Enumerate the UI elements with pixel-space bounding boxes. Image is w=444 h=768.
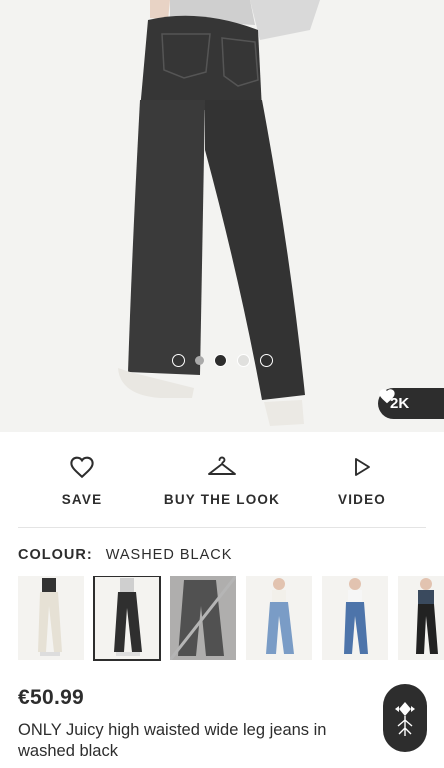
save-button[interactable]: SAVE xyxy=(42,452,122,527)
play-icon xyxy=(352,452,372,482)
colour-swatch-charcoal[interactable] xyxy=(170,576,236,660)
colour-swatch-list[interactable] xyxy=(18,576,444,662)
video-button[interactable]: VIDEO xyxy=(322,452,402,527)
product-actions: SAVE BUY THE LOOK VIDEO xyxy=(18,452,426,528)
product-photo xyxy=(118,0,320,426)
colour-label: COLOUR: xyxy=(18,547,93,563)
colour-swatch-mid-blue[interactable] xyxy=(246,576,312,660)
product-image-gallery[interactable]: 2K xyxy=(0,0,444,432)
heart-outline-icon xyxy=(69,452,95,482)
buy-the-look-label: BUY THE LOOK xyxy=(163,492,281,507)
hanger-icon xyxy=(207,452,237,482)
video-label: VIDEO xyxy=(337,492,386,507)
buy-the-look-button[interactable]: BUY THE LOOK xyxy=(157,452,287,527)
colour-value: WASHED BLACK xyxy=(105,547,233,563)
pager-dot[interactable] xyxy=(259,354,273,367)
colour-swatch-black[interactable] xyxy=(398,576,444,660)
colour-swatch-washed-black[interactable] xyxy=(93,576,161,661)
style-assistant-button[interactable] xyxy=(383,684,427,752)
pager-dot[interactable] xyxy=(171,354,185,367)
colour-swatch-cream[interactable] xyxy=(18,576,84,660)
heart-filled-icon xyxy=(379,389,395,404)
pager-dot-active[interactable] xyxy=(213,354,227,367)
pager-dot[interactable] xyxy=(236,354,250,367)
likes-badge[interactable]: 2K xyxy=(378,388,444,419)
colour-swatch-blue[interactable] xyxy=(322,576,388,660)
image-pager[interactable] xyxy=(0,354,444,367)
pager-dot[interactable] xyxy=(194,356,204,365)
diamond-logo-icon xyxy=(395,702,415,736)
colour-selection: COLOUR: WASHED BLACK xyxy=(18,547,232,563)
save-label: SAVE xyxy=(61,492,103,507)
product-price: €50.99 xyxy=(18,686,85,709)
product-title: ONLY Juicy high waisted wide leg jeans i… xyxy=(18,721,327,760)
